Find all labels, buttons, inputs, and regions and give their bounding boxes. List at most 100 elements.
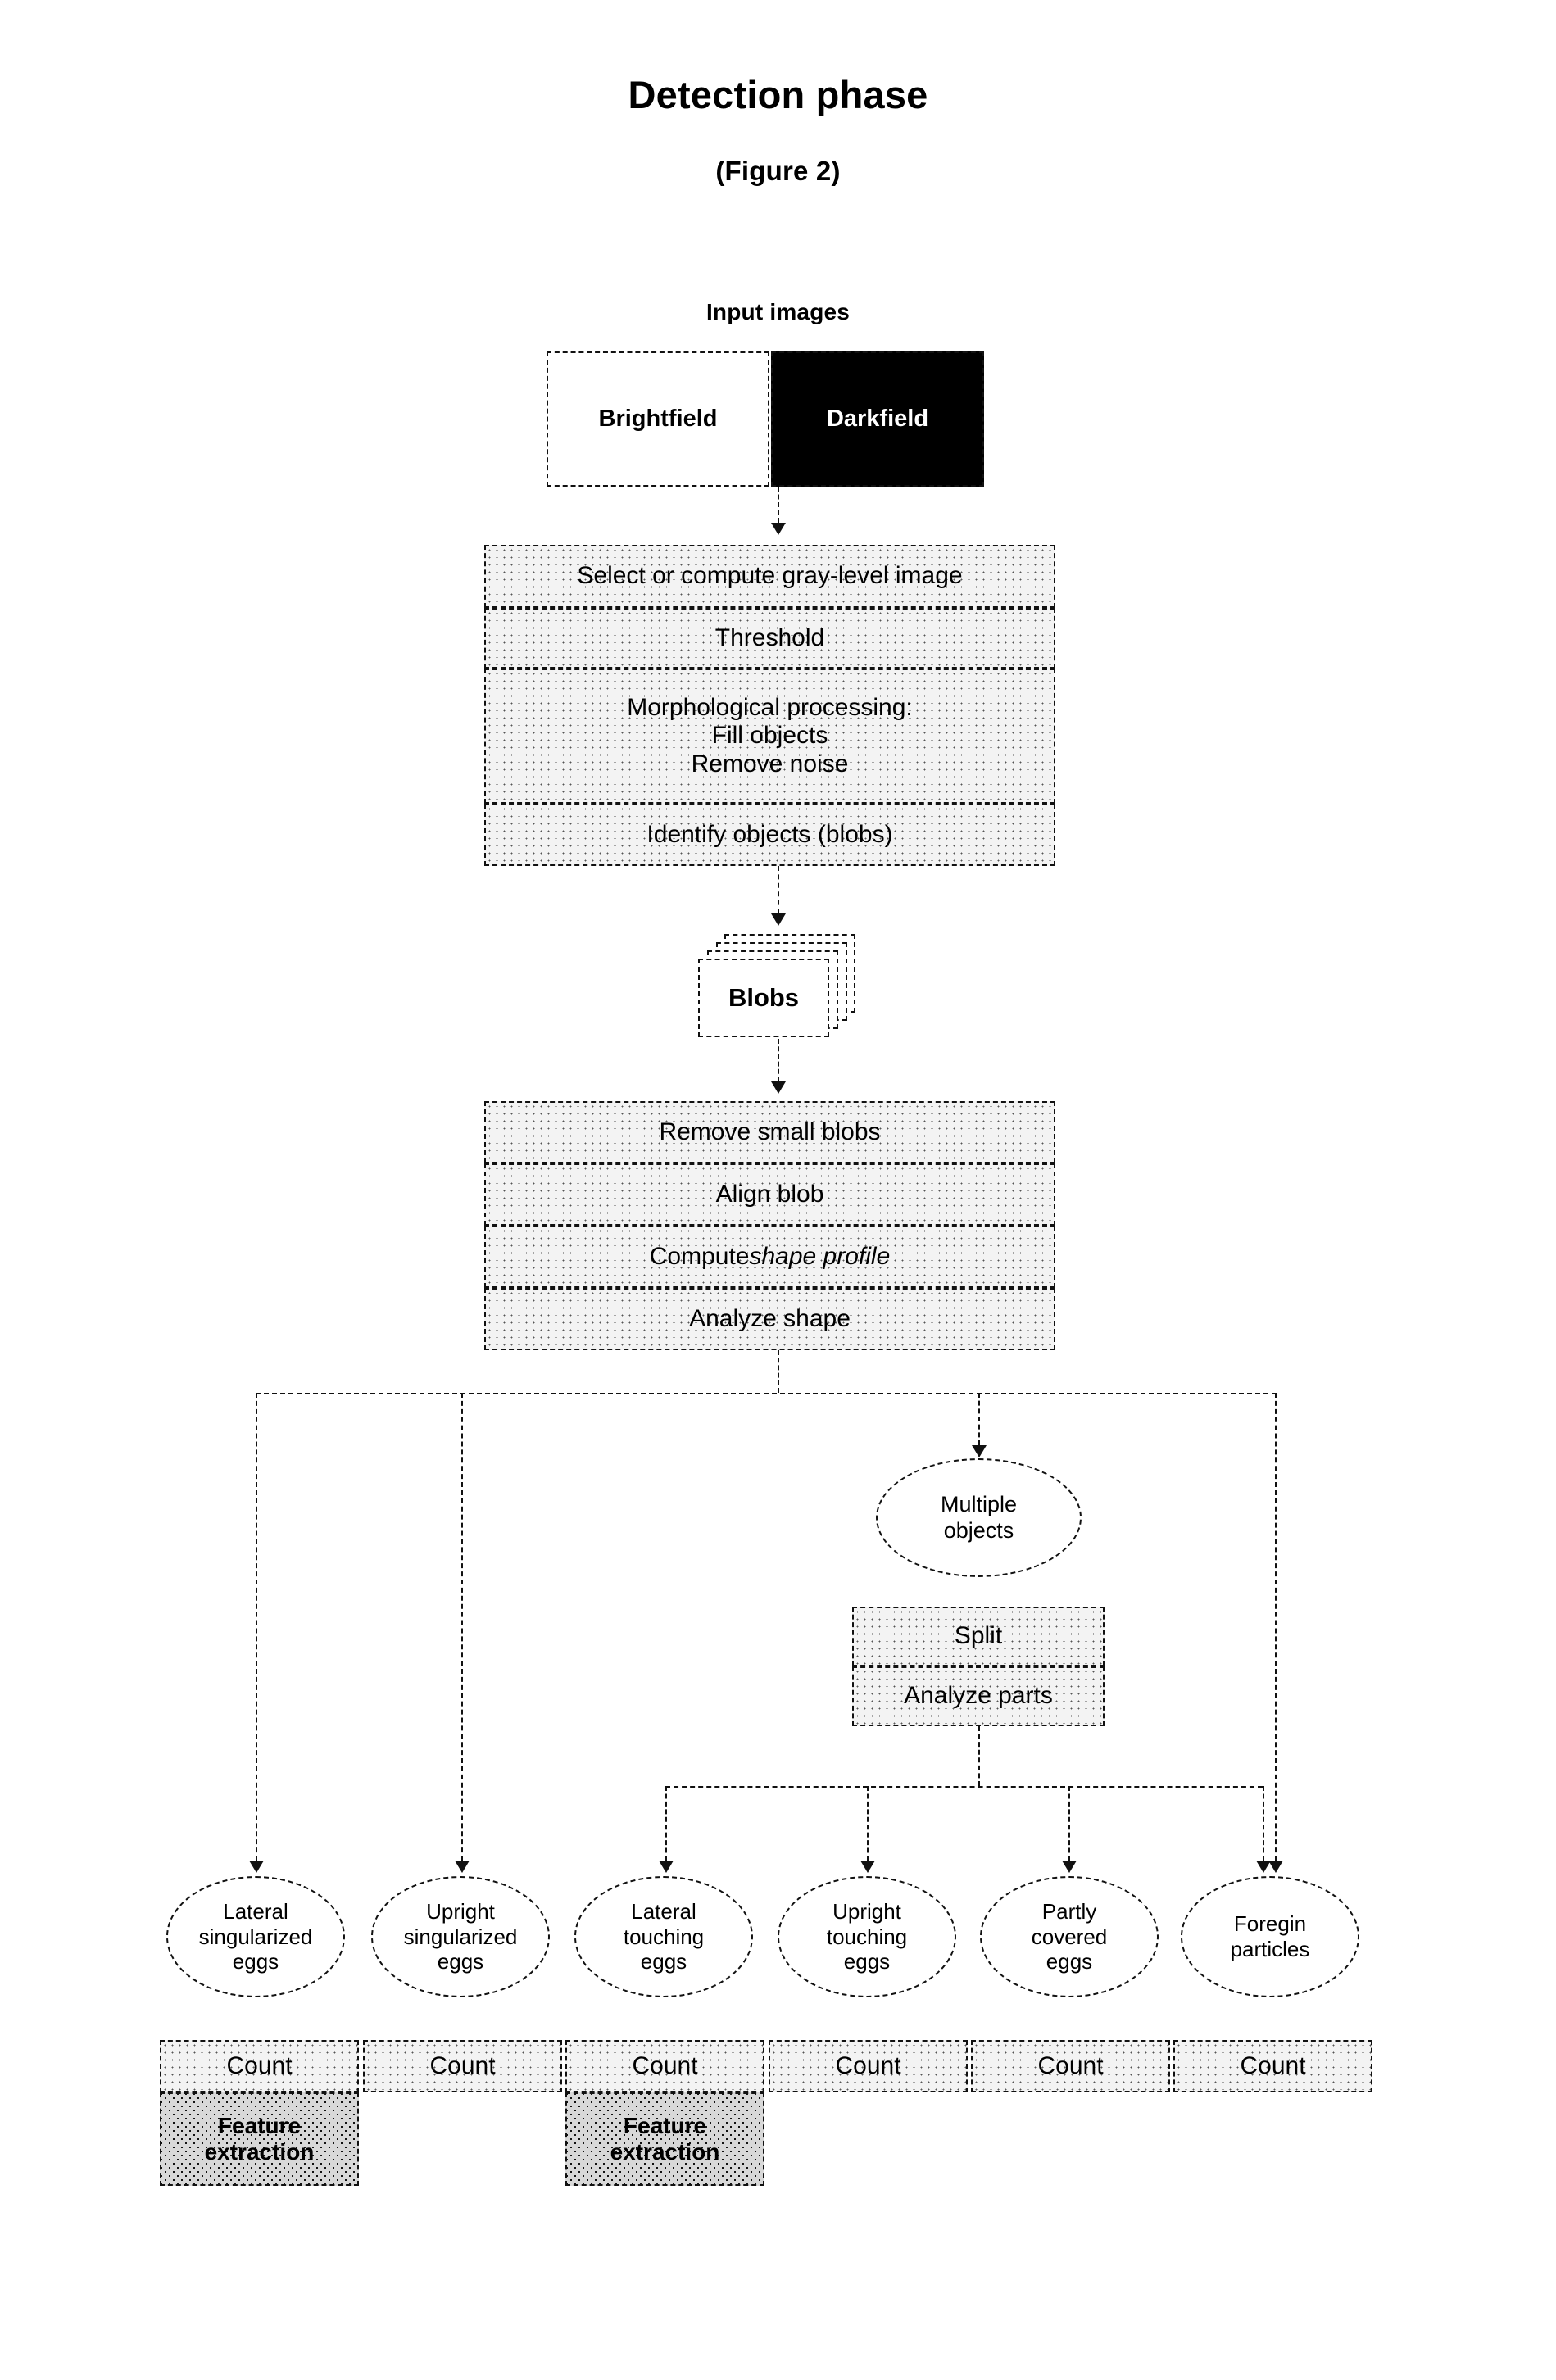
- branch-to-upright-singularized: [461, 1393, 463, 1861]
- step-label-line-1: Morphological processing:: [627, 693, 913, 721]
- connector-preprocess-to-blobs: [778, 866, 779, 913]
- step-select-gray-level: Select or compute gray-level image: [484, 545, 1055, 608]
- outcome-label-line-1: Lateral: [223, 1898, 288, 1924]
- outcome-label-line-3: eggs: [1046, 1949, 1093, 1974]
- multiple-objects-label-line-1: Multiple: [940, 1491, 1018, 1516]
- step-threshold: Threshold: [484, 608, 1055, 669]
- page-title: Detection phase: [628, 73, 928, 116]
- step-label: Align blob: [715, 1180, 824, 1208]
- flowchart-canvas: Detection phase (Figure 2) Input images …: [0, 0, 1556, 2380]
- arrowhead-blobs-to-shape: [771, 1081, 786, 1094]
- fanout-bar-primary: [256, 1393, 1277, 1394]
- count-label: Count: [1240, 2051, 1306, 2079]
- arrowhead-multiple-objects: [972, 1445, 987, 1457]
- step-label: Identify objects (blobs): [646, 820, 893, 848]
- arrowhead-upright-touching: [860, 1861, 875, 1873]
- branch-to-foregin-particles: [1275, 1393, 1277, 1861]
- step-label: Threshold: [714, 623, 825, 651]
- branch-to-foregin-particles-secondary: [1263, 1786, 1264, 1861]
- count-box-lateral-touching-eggs: Count: [565, 2040, 764, 2092]
- outcome-label-line-3: eggs: [843, 1949, 891, 1974]
- branch-to-lateral-singularized: [256, 1393, 257, 1861]
- step-align-blob: Align blob: [484, 1163, 1055, 1226]
- outcome-ellipse-upright-singularized-eggs: Upright singularized eggs: [371, 1876, 550, 1997]
- count-label: Count: [835, 2051, 901, 2079]
- branch-to-lateral-touching: [665, 1786, 667, 1861]
- connector-input-to-preprocess: [778, 487, 779, 523]
- brightfield-label: Brightfield: [598, 405, 718, 432]
- outcome-label-line-1: Upright: [832, 1898, 901, 1924]
- step-identify-objects: Identify objects (blobs): [484, 804, 1055, 866]
- outcome-label-line-1: Lateral: [631, 1898, 696, 1924]
- blobs-document-stack: Blobs: [696, 934, 885, 1040]
- fanout-bar-secondary: [665, 1786, 1263, 1788]
- feature-extraction-label-line-2: extraction: [610, 2139, 720, 2165]
- step-label-emphasis: shape profile: [749, 1242, 891, 1270]
- connector-blobs-to-shape: [778, 1039, 779, 1081]
- outcome-label-line-3: eggs: [640, 1949, 687, 1974]
- feature-extraction-label-line-1: Feature: [623, 2112, 707, 2138]
- arrowhead-lateral-touching: [659, 1861, 674, 1873]
- darkfield-input-box: Darkfield: [771, 351, 984, 487]
- step-remove-small-blobs: Remove small blobs: [484, 1101, 1055, 1163]
- branch-to-upright-touching: [867, 1786, 869, 1861]
- arrowhead-input-to-preprocess: [771, 523, 786, 535]
- outcome-label-line-2: particles: [1230, 1937, 1310, 1961]
- step-label: Select or compute gray-level image: [577, 562, 963, 590]
- step-morphological-processing: Morphological processing: Fill objects R…: [484, 669, 1055, 804]
- outcome-ellipse-upright-touching-eggs: Upright touching eggs: [778, 1876, 956, 1997]
- feature-extraction-box-lateral-singularized-eggs: Feature extraction: [160, 2092, 359, 2186]
- count-box-upright-touching-eggs: Count: [769, 2040, 968, 2092]
- outcome-label-line-1: Partly: [1041, 1898, 1097, 1924]
- count-label: Count: [632, 2051, 698, 2079]
- blobs-sheet-front: Blobs: [698, 959, 829, 1037]
- input-images-label: Input images: [705, 299, 851, 324]
- outcome-ellipse-lateral-touching-eggs: Lateral touching eggs: [574, 1876, 753, 1997]
- outcome-ellipse-lateral-singularized-eggs: Lateral singularized eggs: [166, 1876, 345, 1997]
- outcome-label-line-3: eggs: [437, 1949, 484, 1974]
- feature-extraction-label-line-2: extraction: [204, 2139, 315, 2165]
- count-label: Count: [1037, 2051, 1104, 2079]
- outcome-label-line-2: singularized: [403, 1924, 518, 1949]
- step-analyze-shape: Analyze shape: [484, 1288, 1055, 1350]
- connector-shape-to-fanout: [778, 1350, 779, 1393]
- arrowhead-lateral-singularized: [249, 1861, 264, 1873]
- feature-extraction-label-line-1: Feature: [217, 2112, 302, 2138]
- arrowhead-foregin-particles-secondary: [1256, 1861, 1271, 1873]
- step-split: Split: [852, 1607, 1105, 1666]
- step-label: Split: [954, 1622, 1003, 1650]
- step-compute-shape-profile: Compute shape profile: [484, 1226, 1055, 1288]
- feature-extraction-box-lateral-touching-eggs: Feature extraction: [565, 2092, 764, 2186]
- step-label: Analyze parts: [904, 1682, 1053, 1710]
- count-box-lateral-singularized-eggs: Count: [160, 2040, 359, 2092]
- outcome-label-line-2: covered: [1031, 1924, 1108, 1949]
- step-label-line-3: Remove noise: [691, 750, 849, 777]
- arrowhead-upright-singularized: [455, 1861, 470, 1873]
- step-label: Remove small blobs: [659, 1117, 881, 1145]
- outcome-label-line-2: touching: [623, 1924, 705, 1949]
- branch-to-partly-covered: [1068, 1786, 1070, 1861]
- multiple-objects-label-line-2: objects: [943, 1517, 1014, 1543]
- count-label: Count: [226, 2051, 293, 2079]
- darkfield-label: Darkfield: [826, 405, 929, 432]
- arrowhead-preprocess-to-blobs: [771, 913, 786, 926]
- outcome-ellipse-partly-covered-eggs: Partly covered eggs: [980, 1876, 1159, 1997]
- outcome-label-line-3: eggs: [232, 1949, 279, 1974]
- step-label: Analyze shape: [689, 1304, 851, 1332]
- outcome-label-line-2: touching: [826, 1924, 908, 1949]
- connector-analyze-parts-to-fanout: [978, 1726, 980, 1786]
- outcome-ellipse-foregin-particles: Foregin particles: [1181, 1876, 1359, 1997]
- connector-fanout-to-multiple-objects: [978, 1393, 980, 1445]
- arrowhead-partly-covered: [1062, 1861, 1077, 1873]
- outcome-label-line-2: singularized: [198, 1924, 313, 1949]
- step-label-prefix: Compute: [649, 1242, 750, 1270]
- count-box-partly-covered-eggs: Count: [971, 2040, 1170, 2092]
- step-analyze-parts: Analyze parts: [852, 1666, 1105, 1726]
- multiple-objects-ellipse: Multiple objects: [876, 1458, 1082, 1577]
- outcome-label-line-1: Foregin: [1233, 1911, 1307, 1937]
- figure-reference: (Figure 2): [715, 156, 841, 186]
- brightfield-input-box: Brightfield: [547, 351, 769, 487]
- outcome-label-line-1: Upright: [426, 1898, 495, 1924]
- count-box-upright-singularized-eggs: Count: [363, 2040, 562, 2092]
- count-box-foregin-particles: Count: [1173, 2040, 1372, 2092]
